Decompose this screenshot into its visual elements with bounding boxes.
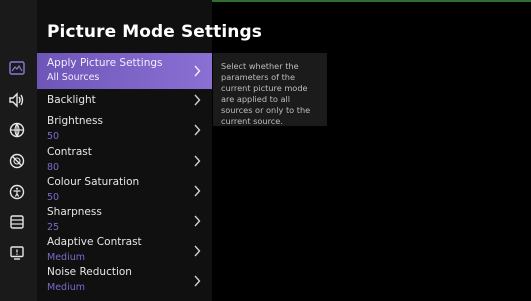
menu-item-contrast[interactable]: Contrast 80: [37, 145, 212, 175]
chevron-right-icon: [190, 244, 204, 258]
menu-item-label: Contrast: [47, 146, 92, 158]
accessibility-icon[interactable]: [7, 182, 27, 202]
no-sign-icon[interactable]: [7, 151, 27, 171]
menu-item-label: Brightness: [47, 115, 103, 127]
menu-item-value: All Sources: [47, 72, 100, 83]
network-globe-icon[interactable]: [7, 120, 27, 140]
picture-mode-settings-panel: Picture Mode Settings Apply Picture Sett…: [37, 0, 262, 301]
chevron-right-icon: [190, 184, 204, 198]
menu-item-label: Apply Picture Settings: [47, 57, 163, 69]
menu-item-value: 50: [47, 131, 60, 142]
picture-icon[interactable]: [7, 58, 27, 78]
menu-item-backlight[interactable]: Backlight: [37, 89, 212, 111]
help-tooltip: Select whether the parameters of the cur…: [213, 53, 327, 126]
menu-item-value: Medium: [47, 282, 85, 293]
menu-item-sharpness[interactable]: Sharpness 25: [37, 205, 212, 235]
menu-item-value: 80: [47, 162, 60, 173]
chevron-right-icon: [190, 154, 204, 168]
menu-item-value: 25: [47, 222, 60, 233]
menu-item-apply-picture-settings[interactable]: Apply Picture Settings All Sources: [37, 53, 212, 89]
menu-item-label: Noise Reduction: [47, 266, 132, 278]
chevron-right-icon: [190, 64, 204, 78]
menu-item-colour-saturation[interactable]: Colour Saturation 50: [37, 175, 212, 205]
sound-icon[interactable]: [7, 90, 27, 110]
support-icon[interactable]: [7, 243, 27, 263]
menu-item-adaptive-contrast[interactable]: Adaptive Contrast Medium: [37, 235, 212, 265]
menu-item-value: 50: [47, 192, 60, 203]
menu-item-label: Adaptive Contrast: [47, 236, 142, 248]
menu-item-label: Sharpness: [47, 206, 102, 218]
chevron-right-icon: [190, 123, 204, 137]
menu-item-brightness[interactable]: Brightness 50: [37, 113, 212, 145]
sidebar: [0, 0, 37, 301]
chevron-right-icon: [190, 93, 204, 107]
menu-item-label: Colour Saturation: [47, 176, 140, 188]
page-title: Picture Mode Settings: [47, 22, 262, 42]
menu-item-label: Backlight: [47, 94, 96, 106]
menu-item-value: Medium: [47, 252, 85, 263]
chevron-right-icon: [190, 274, 204, 288]
chevron-right-icon: [190, 214, 204, 228]
menu-item-noise-reduction[interactable]: Noise Reduction Medium: [37, 265, 212, 297]
list-icon[interactable]: [7, 212, 27, 232]
